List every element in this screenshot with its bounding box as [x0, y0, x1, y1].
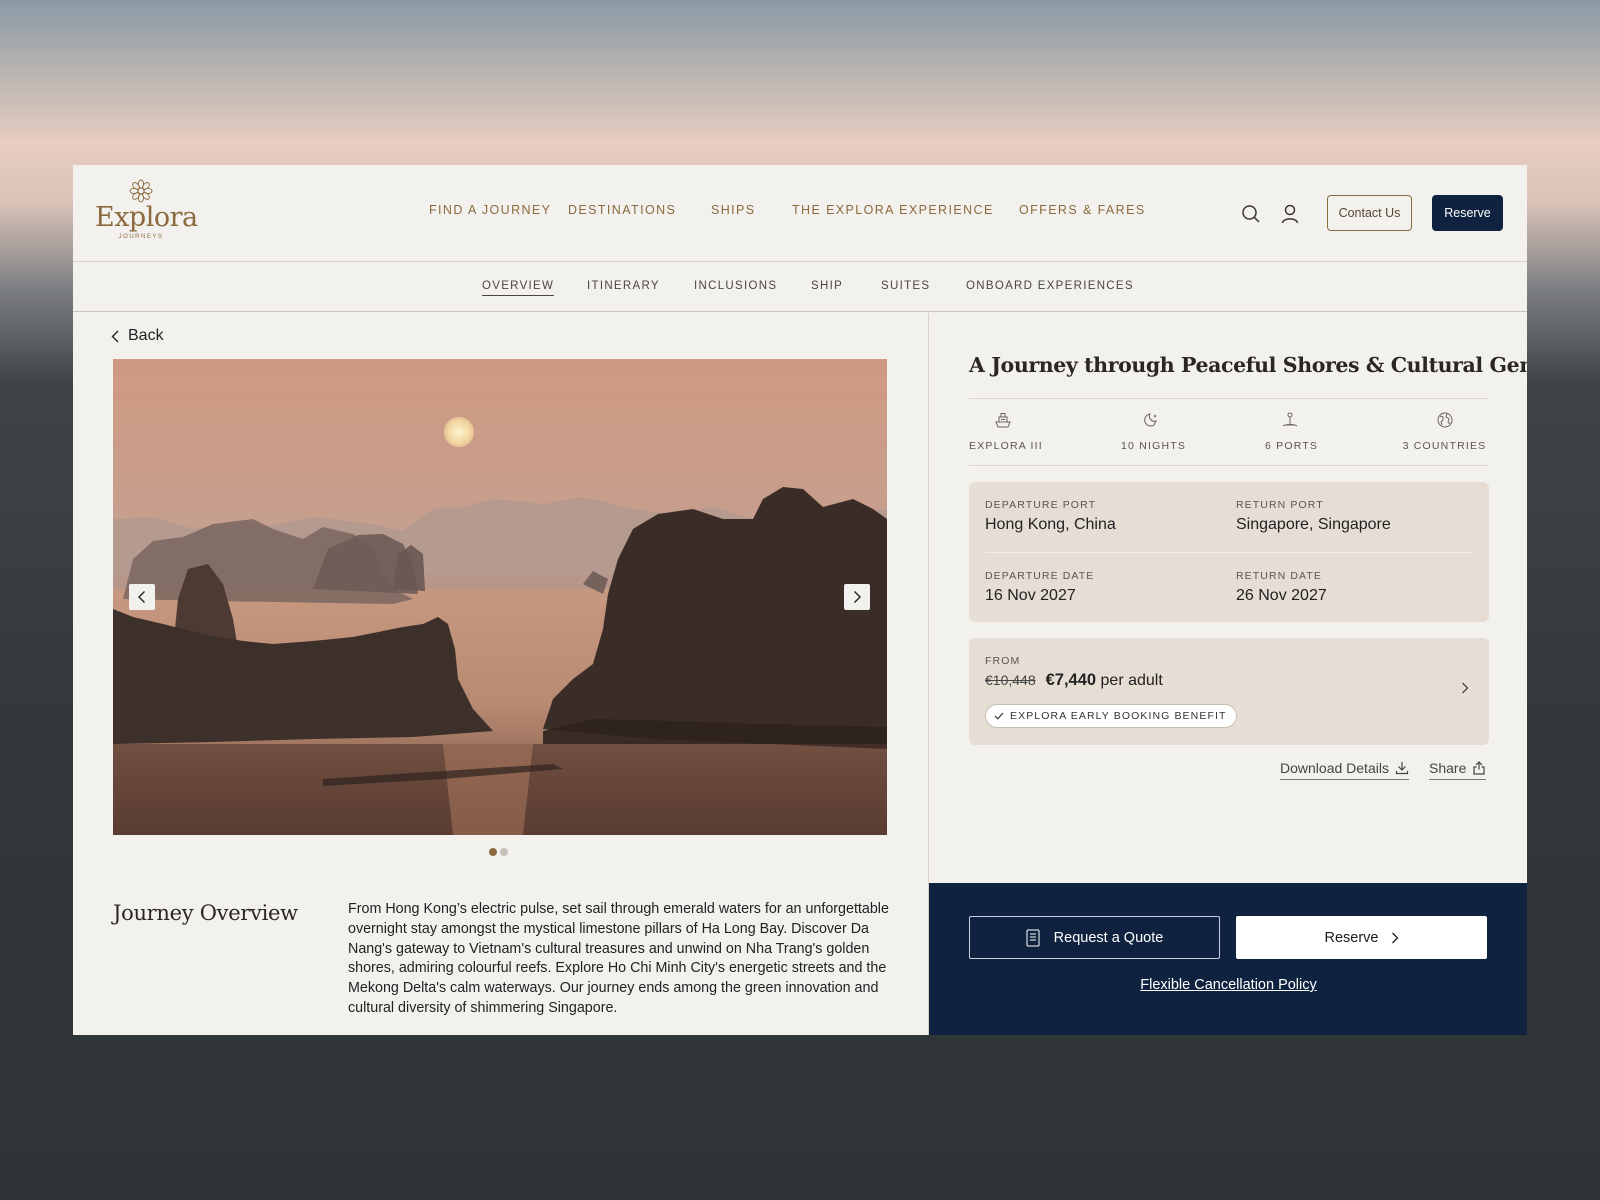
departure-port-value: Hong Kong, China	[985, 516, 1116, 533]
nav-find-a-journey[interactable]: FIND A JOURNEY	[429, 203, 551, 217]
ship-icon	[995, 413, 1011, 428]
departure-date-value: 16 Nov 2027	[985, 587, 1076, 604]
contact-us-button[interactable]: Contact Us	[1327, 195, 1412, 231]
globe-icon	[1437, 412, 1452, 428]
gallery-pagination	[489, 848, 508, 856]
stat-ship: EXPLORA III	[969, 411, 1043, 452]
cancellation-policy: Flexible Cancellation Policy	[929, 977, 1527, 993]
share-icon	[1473, 761, 1485, 775]
cancellation-policy-link[interactable]: Flexible Cancellation Policy	[1140, 977, 1317, 993]
ports-divider	[985, 552, 1473, 553]
return-date: RETURN DATE 26 Nov 2027	[1236, 570, 1327, 605]
stat-nights: 10 NIGHTS	[1121, 411, 1187, 452]
browser-window: Explora JOURNEYS FIND A JOURNEY DESTINAT…	[73, 165, 1527, 1035]
stat-ports: 6 PORTS	[1265, 411, 1319, 452]
journey-photo	[113, 359, 887, 835]
account-icon[interactable]	[1279, 203, 1301, 225]
tab-itinerary[interactable]: ITINERARY	[587, 280, 660, 292]
departure-port-label: DEPARTURE PORT	[985, 499, 1097, 511]
tab-onboard-experiences[interactable]: ONBOARD EXPERIENCES	[966, 280, 1134, 292]
overview-description: From Hong Kong’s electric pulse, set sai…	[348, 901, 889, 1016]
moon-icon	[1144, 413, 1157, 427]
price-unit: per adult	[1100, 672, 1163, 689]
gallery-dot-2[interactable]	[500, 848, 508, 856]
brand-subtitle: JOURNEYS	[118, 234, 164, 240]
stat-ship-label: EXPLORA III	[969, 440, 1043, 452]
reserve-label: Reserve	[1324, 929, 1379, 946]
chevron-right-icon	[854, 591, 861, 603]
chevron-left-icon	[138, 591, 145, 603]
download-icon	[1395, 762, 1409, 775]
departure-date: DEPARTURE DATE 16 Nov 2027	[985, 570, 1094, 605]
gallery-prev-button[interactable]	[129, 584, 155, 610]
stat-countries-label: 3 COUNTRIES	[1402, 440, 1487, 452]
back-link[interactable]: Back	[111, 327, 164, 345]
tab-inclusions[interactable]: INCLUSIONS	[694, 280, 777, 292]
return-port-label: RETURN PORT	[1236, 499, 1324, 511]
departure-port: DEPARTURE PORT Hong Kong, China	[985, 499, 1116, 534]
brand-name: Explora	[95, 202, 198, 233]
nav-ships[interactable]: SHIPS	[711, 203, 756, 217]
cta-panel: Request a Quote Reserve Flexible Cancell…	[929, 883, 1527, 1035]
share-link[interactable]: Share	[1429, 760, 1487, 780]
explora-logo[interactable]: Explora JOURNEYS	[95, 179, 198, 240]
price-row: €10,448 €7,440 per adult	[985, 671, 1163, 690]
early-booking-label: EXPLORA EARLY BOOKING BENEFIT	[1010, 710, 1227, 722]
departure-date-label: DEPARTURE DATE	[985, 570, 1095, 582]
tab-ship[interactable]: SHIP	[811, 280, 843, 292]
nav-destinations[interactable]: DESTINATIONS	[568, 203, 676, 217]
port-pin-icon	[1282, 412, 1298, 427]
price-card[interactable]: FROM €10,448 €7,440 per adult EXPLORA EAR…	[969, 638, 1489, 745]
overview-heading: Journey Overview	[113, 901, 298, 925]
header-reserve-button[interactable]: Reserve	[1432, 195, 1503, 231]
return-port-value: Singapore, Singapore	[1236, 516, 1391, 533]
tab-suites[interactable]: SUITES	[881, 280, 930, 292]
return-date-label: RETURN DATE	[1236, 570, 1322, 582]
share-label: Share	[1429, 760, 1467, 776]
journey-stats: EXPLORA III 10 NIGHTS 6 PORTS 3 COUNTRIE…	[969, 398, 1489, 466]
chevron-right-icon	[1391, 932, 1398, 943]
request-quote-button[interactable]: Request a Quote	[969, 916, 1220, 959]
return-date-value: 26 Nov 2027	[1236, 587, 1327, 604]
site-header: Explora JOURNEYS FIND A JOURNEY DESTINAT…	[73, 165, 1527, 262]
booking-panel: A Journey through Peaceful Shores & Cult…	[928, 313, 1527, 1035]
document-icon	[1026, 929, 1040, 946]
section-tabs: OVERVIEW ITINERARY INCLUSIONS SHIP SUITE…	[73, 262, 1527, 312]
back-label: Back	[128, 327, 164, 344]
download-details-link[interactable]: Download Details	[1280, 760, 1409, 780]
stat-ports-label: 6 PORTS	[1265, 440, 1319, 452]
gallery-dot-1[interactable]	[489, 848, 497, 856]
check-icon	[994, 712, 1004, 720]
nav-explora-experience[interactable]: THE EXPLORA EXPERIENCE	[792, 203, 994, 217]
tab-overview[interactable]: OVERVIEW	[482, 280, 555, 296]
early-booking-badge: EXPLORA EARLY BOOKING BENEFIT	[985, 704, 1237, 728]
download-details-label: Download Details	[1280, 760, 1389, 776]
journey-title: A Journey through Peaceful Shores & Cult…	[969, 353, 1527, 377]
original-price: €10,448	[985, 672, 1036, 688]
request-quote-label: Request a Quote	[1053, 929, 1164, 946]
ports-dates-card: DEPARTURE PORT Hong Kong, China RETURN P…	[969, 482, 1489, 622]
stat-nights-label: 10 NIGHTS	[1121, 440, 1187, 452]
reserve-button[interactable]: Reserve	[1236, 916, 1487, 959]
chevron-right-icon[interactable]	[1461, 682, 1469, 694]
left-column: Back Journey Overview From Hong Kong’s e…	[73, 313, 928, 1035]
price-from-label: FROM	[985, 655, 1021, 667]
nav-offers-fares[interactable]: OFFERS & FARES	[1019, 203, 1146, 217]
current-price: €7,440	[1045, 671, 1097, 689]
lotus-logo-icon	[129, 179, 153, 203]
search-icon[interactable]	[1240, 203, 1262, 225]
stat-countries: 3 COUNTRIES	[1400, 411, 1489, 452]
chevron-left-icon	[111, 330, 119, 342]
gallery-next-button[interactable]	[844, 584, 870, 610]
return-port: RETURN PORT Singapore, Singapore	[1236, 499, 1391, 534]
